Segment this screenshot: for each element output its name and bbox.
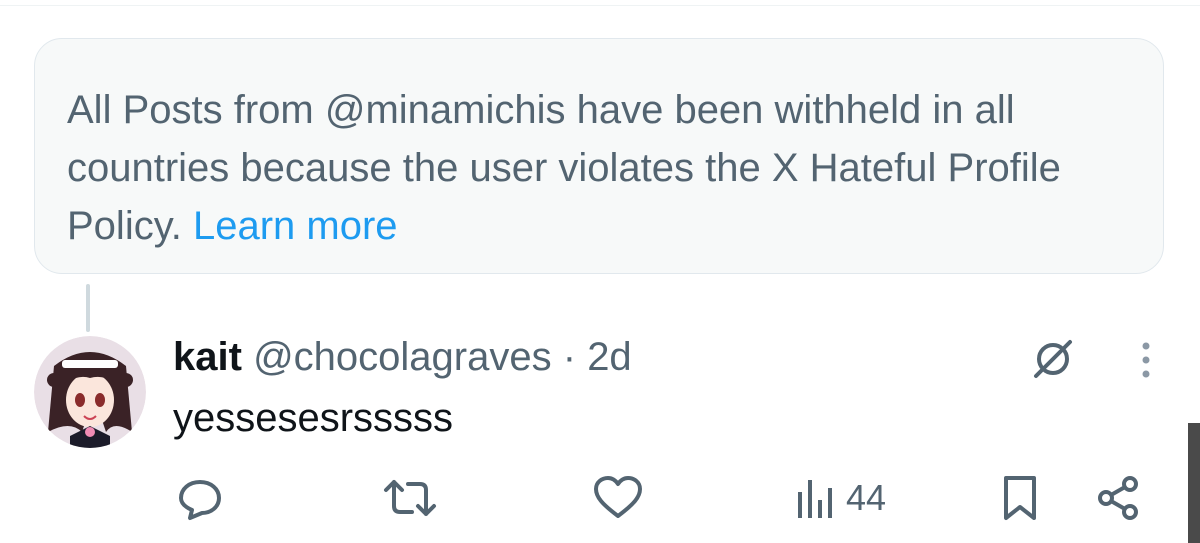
avatar[interactable] [34, 336, 146, 448]
header-separator: · [562, 335, 577, 379]
grok-button[interactable] [1026, 332, 1082, 384]
learn-more-link[interactable]: Learn more [193, 204, 398, 248]
post-timestamp[interactable]: 2d [587, 335, 632, 379]
views-count: 44 [846, 477, 887, 518]
reply-icon [179, 480, 221, 520]
like-button[interactable] [592, 470, 644, 526]
reply-button[interactable] [176, 470, 224, 526]
thread-connector-line [86, 284, 90, 332]
repost-button[interactable] [382, 470, 438, 526]
views-icon [798, 480, 832, 518]
author-name[interactable]: kait [173, 335, 242, 379]
author-handle[interactable]: @chocolagraves [253, 335, 552, 379]
grok-icon [1034, 340, 1072, 378]
share-button[interactable] [1094, 470, 1142, 526]
bookmark-button[interactable] [998, 470, 1042, 526]
post-header: kait @chocolagraves · 2d [173, 332, 632, 382]
post-text: yessesesrsssss [173, 396, 454, 440]
top-divider [0, 0, 1200, 6]
share-icon [1098, 476, 1138, 520]
withheld-notice: All Posts from @minamichis have been wit… [34, 38, 1164, 274]
repost-icon [384, 480, 436, 516]
more-dots-icon [1142, 342, 1150, 378]
more-options-button[interactable] [1124, 336, 1168, 384]
heart-icon [594, 476, 642, 518]
views-button[interactable]: 44 [796, 470, 886, 526]
bookmark-icon [1004, 476, 1036, 520]
withheld-notice-text: All Posts from @minamichis have been wit… [67, 81, 1133, 255]
scrollbar-thumb[interactable] [1188, 423, 1200, 543]
anime-avatar-icon [34, 336, 146, 448]
